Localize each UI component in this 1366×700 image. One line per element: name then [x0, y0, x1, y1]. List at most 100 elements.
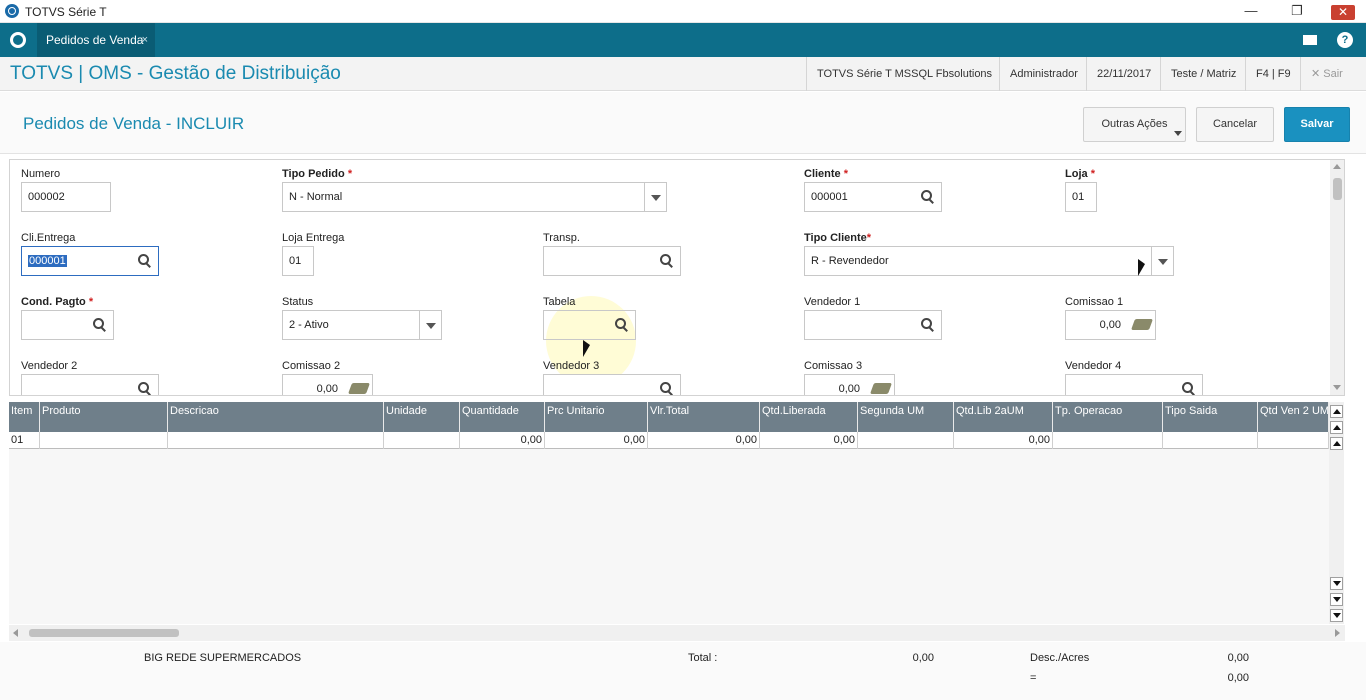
- chevron-down-icon[interactable]: [644, 183, 666, 211]
- table-cell[interactable]: 0,00: [648, 432, 760, 449]
- transp-input[interactable]: [543, 246, 681, 276]
- close-window-button[interactable]: ✕: [1320, 0, 1366, 23]
- save-button[interactable]: Salvar: [1284, 107, 1350, 142]
- comissao3-input[interactable]: 0,00: [804, 374, 895, 395]
- cancel-button[interactable]: Cancelar: [1196, 107, 1274, 142]
- vendedor2-input[interactable]: [21, 374, 159, 395]
- scroll-left-icon[interactable]: [13, 629, 18, 637]
- comissao1-label: Comissao 1: [1065, 296, 1124, 308]
- mail-button[interactable]: [1296, 23, 1324, 57]
- scroll-up-icon[interactable]: [1333, 164, 1341, 169]
- grid-column-header[interactable]: Qtd Ven 2 UM: [1258, 402, 1329, 432]
- vendedor3-input[interactable]: [543, 374, 681, 395]
- search-icon[interactable]: [659, 253, 675, 269]
- table-cell[interactable]: 01: [9, 432, 40, 449]
- calculator-icon[interactable]: [347, 383, 371, 394]
- cliente-label: Cliente *: [804, 168, 849, 180]
- window-titlebar: TOTVS Série T — ❐ ✕: [0, 0, 1366, 23]
- equals-label: =: [1030, 672, 1037, 684]
- search-icon[interactable]: [920, 189, 936, 205]
- grid-column-header[interactable]: Vlr.Total: [648, 402, 760, 432]
- grid-page-up-button[interactable]: [1330, 421, 1343, 434]
- grid-column-header[interactable]: Unidade: [384, 402, 460, 432]
- grid-column-header[interactable]: Tipo Saida: [1163, 402, 1258, 432]
- search-icon[interactable]: [614, 317, 630, 333]
- grid-next-button[interactable]: [1330, 577, 1343, 590]
- chevron-down-icon[interactable]: [1151, 247, 1173, 275]
- order-form: Numero 000002 Tipo Pedido * N - Normal C…: [9, 159, 1345, 396]
- cliente-input[interactable]: 000001: [804, 182, 942, 212]
- grid-column-header[interactable]: Produto: [40, 402, 168, 432]
- scroll-right-icon[interactable]: [1335, 629, 1340, 637]
- tabela-input[interactable]: [543, 310, 636, 340]
- vendedor3-label: Vendedor 3: [543, 360, 600, 372]
- grid-column-header[interactable]: Qtd.Lib 2aUM: [954, 402, 1053, 432]
- table-cell[interactable]: [384, 432, 460, 449]
- tipo-pedido-select[interactable]: N - Normal: [282, 182, 667, 212]
- scroll-thumb[interactable]: [29, 629, 179, 637]
- calculator-icon[interactable]: [869, 383, 893, 394]
- grid-column-header[interactable]: Segunda UM: [858, 402, 954, 432]
- vendedor1-input[interactable]: [804, 310, 942, 340]
- search-icon[interactable]: [92, 317, 108, 333]
- table-cell[interactable]: [1163, 432, 1258, 449]
- table-cell[interactable]: 0,00: [545, 432, 648, 449]
- grid-column-header[interactable]: Item: [9, 402, 40, 432]
- table-cell[interactable]: 0,00: [954, 432, 1053, 449]
- table-cell[interactable]: [858, 432, 954, 449]
- calculator-icon[interactable]: [1130, 319, 1154, 330]
- comissao2-value: 0,00: [316, 383, 338, 395]
- numero-label: Numero: [21, 168, 61, 180]
- search-icon[interactable]: [659, 381, 675, 395]
- form-scrollbar[interactable]: [1330, 160, 1344, 395]
- other-actions-button[interactable]: Outras Ações: [1083, 107, 1186, 142]
- search-icon[interactable]: [920, 317, 936, 333]
- tab-close-icon[interactable]: ×: [142, 23, 148, 57]
- grid-column-header[interactable]: Quantidade: [460, 402, 545, 432]
- grid-column-header[interactable]: Qtd.Liberada: [760, 402, 858, 432]
- loja-input[interactable]: 01: [1065, 182, 1097, 212]
- grid-first-button[interactable]: [1330, 405, 1343, 418]
- numero-input[interactable]: 000002: [21, 182, 111, 212]
- scroll-thumb[interactable]: [1333, 178, 1342, 200]
- scroll-down-icon[interactable]: [1333, 385, 1341, 390]
- table-row[interactable]: 01 0,00 0,00 0,00 0,00 0,00: [9, 432, 1329, 449]
- tipo-cliente-select[interactable]: R - Revendedor: [804, 246, 1174, 276]
- minimize-button[interactable]: —: [1228, 0, 1274, 23]
- cond-pagto-input[interactable]: [21, 310, 114, 340]
- table-cell[interactable]: [40, 432, 168, 449]
- table-cell[interactable]: 0,00: [760, 432, 858, 449]
- home-button[interactable]: [0, 23, 37, 57]
- arrow-bottom-icon: [1333, 613, 1341, 618]
- exit-button[interactable]: ✕ Sair: [1300, 57, 1353, 91]
- date-info[interactable]: 22/11/2017: [1086, 57, 1161, 91]
- table-cell[interactable]: [168, 432, 384, 449]
- vendedor4-input[interactable]: [1065, 374, 1203, 395]
- search-icon[interactable]: [1181, 381, 1197, 395]
- chevron-down-icon[interactable]: [419, 311, 441, 339]
- tab-pedidos-de-venda[interactable]: Pedidos de Venda ×: [37, 23, 155, 57]
- search-icon[interactable]: [137, 253, 153, 269]
- comissao1-input[interactable]: 0,00: [1065, 310, 1156, 340]
- tab-label: Pedidos de Venda: [46, 33, 144, 47]
- help-icon[interactable]: ?: [1337, 32, 1353, 48]
- user-info[interactable]: Administrador: [999, 57, 1088, 91]
- table-cell[interactable]: [1053, 432, 1163, 449]
- grid-last-button[interactable]: [1330, 609, 1343, 622]
- cli-entrega-input[interactable]: 000001: [21, 246, 159, 276]
- search-icon[interactable]: [137, 381, 153, 395]
- table-cell[interactable]: [1258, 432, 1329, 449]
- loja-entrega-input[interactable]: 01: [282, 246, 314, 276]
- grid-page-down-button[interactable]: [1330, 593, 1343, 606]
- comissao2-input[interactable]: 0,00: [282, 374, 373, 395]
- table-cell[interactable]: 0,00: [460, 432, 545, 449]
- status-select[interactable]: 2 - Ativo: [282, 310, 442, 340]
- grid-column-header[interactable]: Prc Unitario: [545, 402, 648, 432]
- maximize-button[interactable]: ❐: [1274, 0, 1320, 23]
- shortcuts-info[interactable]: F4 | F9: [1245, 57, 1301, 91]
- grid-horizontal-scrollbar[interactable]: [9, 625, 1345, 641]
- grid-column-header[interactable]: Descricao: [168, 402, 384, 432]
- grid-prev-button[interactable]: [1330, 437, 1343, 450]
- branch-info[interactable]: Teste / Matriz: [1160, 57, 1246, 91]
- grid-column-header[interactable]: Tp. Operacao: [1053, 402, 1163, 432]
